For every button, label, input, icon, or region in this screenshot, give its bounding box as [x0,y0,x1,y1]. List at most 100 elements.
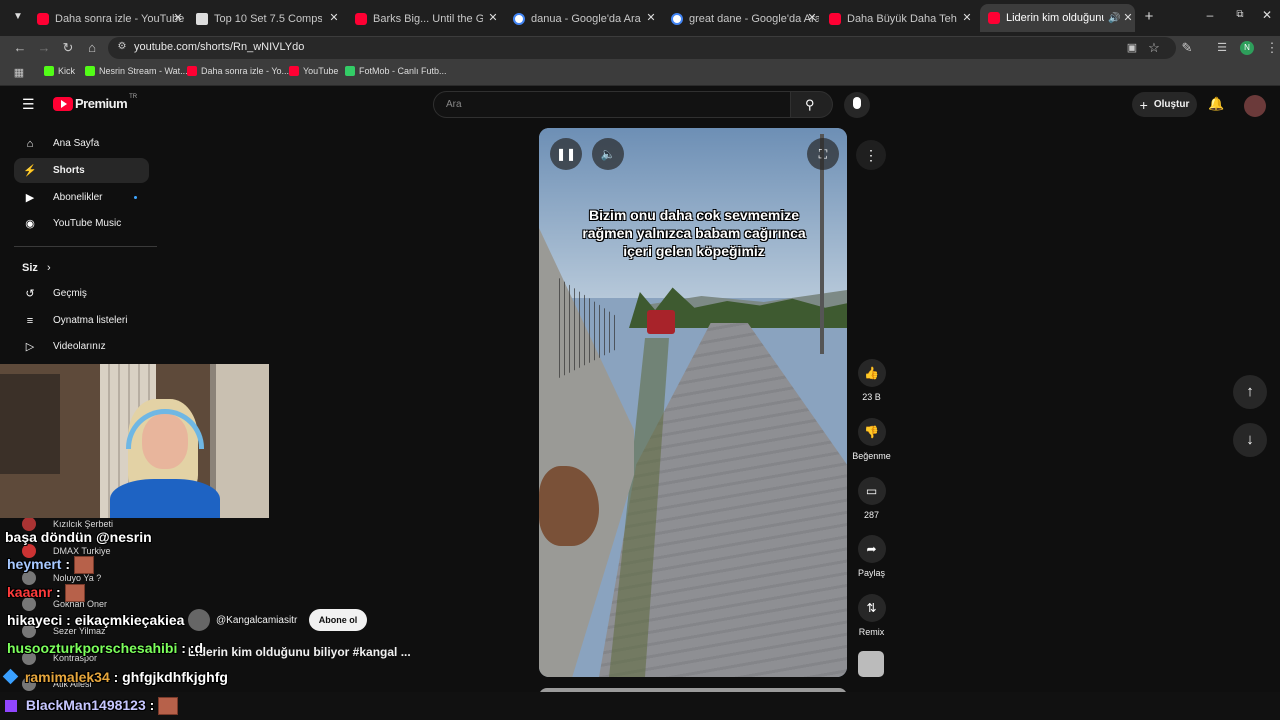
tab-search-dropdown[interactable]: ▼ [11,11,25,25]
browser-tab[interactable]: Daha sonra izle - YouTube ✕ [37,8,185,30]
chat-message: BlackMan1498123 : [5,697,179,716]
close-icon[interactable]: ✕ [486,11,500,24]
google-icon [513,13,525,25]
bookmark-item[interactable]: Kick [44,66,75,76]
sidebar-item-home[interactable]: ⌂ Ana Sayfa [14,131,149,156]
sidebar-section-you[interactable]: Siz › [22,262,51,274]
install-icon[interactable]: ▣ [1124,40,1140,56]
notifications-bell-icon[interactable]: 🔔 [1208,96,1224,112]
microphone-icon [853,97,861,109]
new-tab-button[interactable]: + [1142,9,1156,25]
site-info-icon[interactable]: ⚙ [114,39,130,55]
close-icon[interactable]: ✕ [1121,11,1135,24]
share-button[interactable]: ➦ Paylaş [851,535,892,578]
comments-button[interactable]: ▭ 287 [851,477,892,520]
bookmark-item[interactable]: Nesrin Stream - Wat... [85,66,188,76]
youtube-icon [289,66,299,76]
youtube-icon [829,13,841,25]
url-text[interactable]: youtube.com/shorts/Rn_wNIVLYdo [134,41,304,53]
previous-short-button[interactable]: ↑ [1233,375,1267,409]
short-video-player[interactable]: Bizim onu daha cok sevmemize rağmen yaln… [539,128,847,677]
dislike-button[interactable]: 👎 Beğenme [851,418,892,461]
bookmark-item[interactable]: FotMob - Canlı Futb... [345,66,447,76]
pause-button[interactable]: ❚❚ [550,138,582,170]
shorts-icon: ⚡ [23,164,37,177]
channel-info[interactable]: @Kangalcamiasitr [188,609,297,631]
subscribe-button[interactable]: Abone ol [309,609,367,631]
streamer-shirt [110,479,220,518]
emote-icon [64,584,85,603]
bookmark-item[interactable]: Daha sonra izle - Yo... [187,66,289,76]
sidebar-item-history[interactable]: ↺ Geçmiş [14,281,149,306]
youtube-premium-logo[interactable]: Premium TR [53,94,137,111]
sidebar-item-youtube-music[interactable]: ◉ YouTube Music [14,211,149,236]
hamburger-menu-icon[interactable]: ☰ [22,97,38,111]
search-button[interactable]: ⚲ [791,91,833,118]
audio-playing-icon[interactable]: 🔊 [1108,13,1120,24]
browser-tab[interactable]: great dane - Google'da Ara ✕ [671,8,819,30]
chat-message: hikayeci : eikaçmkieçakiea [7,612,185,628]
sidebar-item-subscriptions[interactable]: ▶ Abonelikler [14,185,149,210]
close-icon[interactable]: ✕ [327,11,341,24]
home-icon[interactable]: ⌂ [84,40,100,56]
menu-kebab-icon[interactable]: ⋮ [1264,40,1280,56]
back-icon[interactable]: ← [12,40,28,56]
video-caption: Bizim onu daha cok sevmemize rağmen yaln… [582,207,806,259]
cam-shelf [0,374,60,474]
browser-tab[interactable]: Daha Büyük Daha Tehlikeli Mi? ✕ [829,8,974,30]
video-title[interactable]: Liderin kim olduğunu biliyor #kangal ... [188,645,411,659]
webcam-overlay [0,364,269,518]
browser-tab-active[interactable]: Liderin kim olduğunu biliyo 🔊 ✕ [980,4,1135,32]
minimize-button[interactable]: – [1203,8,1217,24]
create-button[interactable]: + Oluştur [1132,92,1197,117]
like-button[interactable]: 👍 23 B [851,359,892,402]
sidebar-divider [14,246,157,247]
channel-avatar [188,609,210,631]
fullscreen-button[interactable]: ⛶ [807,138,839,170]
search-input[interactable]: Ara [433,91,791,118]
extensions-icon[interactable]: ✎ [1179,40,1195,56]
subscriptions-icon: ▶ [25,191,35,204]
bookmark-item[interactable]: YouTube [289,66,338,76]
close-icon[interactable]: ✕ [171,11,185,24]
chat-message: heymert : [7,556,95,575]
chat-message: kaaanr : [7,584,85,603]
thumbs-up-icon: 👍 [857,359,886,387]
browser-tab[interactable]: danua - Google'da Ara ✕ [513,8,658,30]
close-icon[interactable]: ✕ [960,11,974,24]
media-control-icon[interactable]: ☰ [1214,40,1230,56]
emote-icon [74,556,95,575]
sidebar-item-your-videos[interactable]: ▷ Videolarınız [14,334,149,359]
twitch-badge-icon [5,700,17,713]
streamer [100,399,220,518]
more-options-icon[interactable]: ⋮ [856,140,886,170]
sidebar-item-shorts[interactable]: ⚡ Shorts [14,158,149,183]
browser-tab[interactable]: Barks Big... Until the Glass Door ✕ [355,8,500,30]
window-close-button[interactable]: ✕ [1260,8,1274,24]
voice-search-button[interactable] [844,92,870,118]
account-avatar[interactable] [1244,95,1266,117]
next-short-button[interactable]: ↓ [1233,423,1267,457]
share-icon: ➦ [857,535,886,563]
kick-icon [85,66,95,76]
stream-bottom-bar [0,692,1280,720]
profile-avatar[interactable]: N [1240,41,1254,55]
emote-icon [158,697,179,716]
close-icon[interactable]: ✕ [805,11,819,24]
apps-grid-icon[interactable]: ▦ [11,65,27,81]
audio-source-thumbnail[interactable] [858,651,884,677]
reload-icon[interactable]: ↻ [60,40,76,56]
remix-button[interactable]: ⇅ Remix [851,594,892,637]
forward-icon[interactable]: → [36,40,52,56]
browser-tab[interactable]: Top 10 Set 7.5 Comps | TFT Set ✕ [196,8,341,30]
new-content-dot [134,196,137,199]
sidebar-item-playlists[interactable]: ≡ Oynatma listeleri [14,308,149,333]
bookmark-star-icon[interactable]: ☆ [1146,40,1162,56]
site-icon [196,13,208,25]
kick-icon [44,66,54,76]
close-icon[interactable]: ✕ [644,11,658,24]
remix-icon: ⇅ [857,594,886,622]
volume-button[interactable]: 🔈 [592,138,624,170]
restore-button[interactable]: ⧉ [1233,9,1247,23]
fotmob-icon [345,66,355,76]
